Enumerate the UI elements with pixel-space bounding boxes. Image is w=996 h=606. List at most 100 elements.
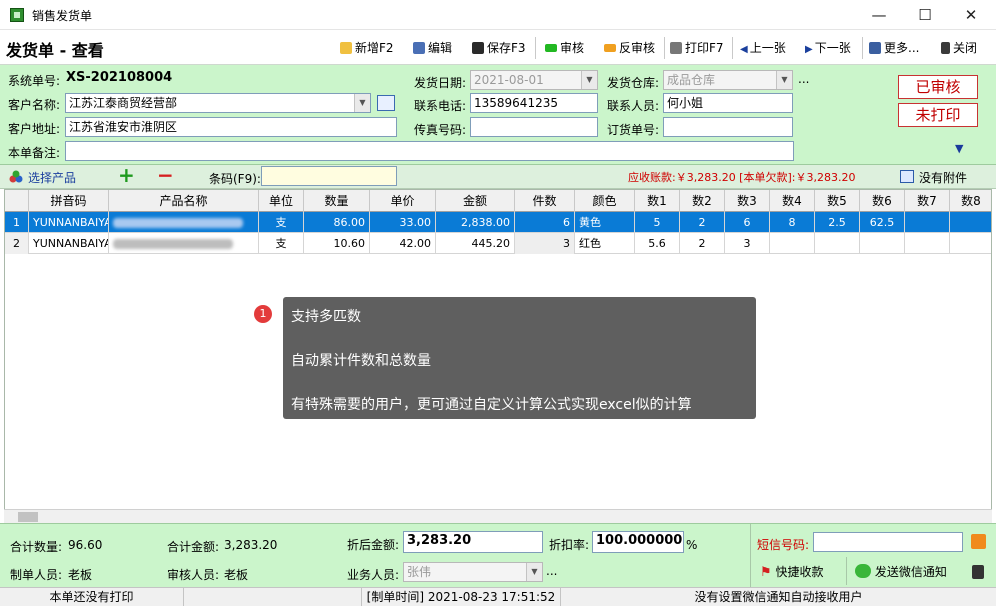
cell-unit[interactable]: 支 [259, 233, 304, 254]
col-header-pieces[interactable]: 件数 [515, 190, 575, 212]
fax-input[interactable] [470, 117, 598, 137]
approve-button[interactable]: 审核 [545, 38, 584, 58]
calendar-icon[interactable]: ▼ [581, 71, 597, 89]
more-button[interactable]: 更多... [869, 38, 919, 58]
cell-num5[interactable]: 2.5 [815, 212, 860, 233]
cell-amount[interactable]: 445.20 [436, 233, 515, 254]
cell-num5[interactable] [815, 233, 860, 254]
phone-input[interactable]: 13589641235 [470, 93, 598, 113]
next-button[interactable]: ▶ 下一张 [805, 38, 851, 58]
col-header-color[interactable]: 颜色 [575, 190, 635, 212]
cell-unit-price[interactable]: 42.00 [370, 233, 436, 254]
chevron-down-icon[interactable]: ▼ [526, 563, 542, 581]
new-button[interactable]: 新增F2 [340, 38, 394, 58]
discount-amount-input[interactable]: 3,283.20 [403, 531, 543, 553]
col-header-product-name[interactable]: 产品名称 [109, 190, 259, 212]
col-header-num1[interactable]: 数1 [635, 190, 680, 212]
col-header-num3[interactable]: 数3 [725, 190, 770, 212]
cell-num8[interactable] [950, 212, 991, 233]
cell-num6[interactable] [860, 233, 905, 254]
prev-button[interactable]: ◀ 上一张 [740, 38, 786, 58]
warehouse-combobox[interactable]: 成品仓库 ▼ [663, 70, 793, 90]
cell-pinyin[interactable]: YUNNANBAIYA [29, 233, 109, 254]
scrollbar-thumb[interactable] [18, 512, 38, 522]
cell-num1[interactable]: 5 [635, 212, 680, 233]
close-button[interactable]: 关闭 [941, 38, 977, 58]
cell-num4[interactable]: 8 [770, 212, 815, 233]
ship-date-picker[interactable]: 2021-08-01 ▼ [470, 70, 598, 90]
expand-triangle-icon[interactable]: ▼ [955, 142, 963, 155]
col-header-num7[interactable]: 数7 [905, 190, 950, 212]
device-icon[interactable] [972, 565, 984, 579]
attachment-label[interactable]: 没有附件 [919, 169, 967, 186]
save-button[interactable]: 保存F3 [472, 38, 526, 58]
col-header-unit[interactable]: 单位 [259, 190, 304, 212]
sales-label: 业务人员: [347, 568, 400, 582]
cell-num4[interactable] [770, 233, 815, 254]
select-product-link[interactable]: 选择产品 [28, 169, 76, 186]
send-wechat-button[interactable]: 发送微信通知 [855, 560, 959, 584]
remark-input[interactable] [65, 141, 794, 161]
warehouse-more-button[interactable]: ... [798, 72, 809, 86]
customer-combobox[interactable]: 江苏江泰商贸经营部 ▼ [65, 93, 371, 113]
contact-input[interactable]: 何小姐 [663, 93, 793, 113]
sms-input[interactable] [813, 532, 963, 552]
col-header-num2[interactable]: 数2 [680, 190, 725, 212]
unapprove-button[interactable]: 反审核 [604, 38, 655, 58]
status-spacer [184, 588, 361, 606]
sales-combobox[interactable]: 张伟 ▼ [403, 562, 543, 582]
chevron-down-icon[interactable]: ▼ [354, 94, 370, 112]
remove-row-icon[interactable]: − [157, 163, 174, 187]
cell-unit[interactable]: 支 [259, 212, 304, 233]
order-ref-input[interactable] [663, 117, 793, 137]
rss-icon[interactable] [971, 534, 986, 549]
cell-amount[interactable]: 2,838.00 [436, 212, 515, 233]
cell-unit-price[interactable]: 33.00 [370, 212, 436, 233]
barcode-label: 条码(F9): [209, 172, 261, 186]
col-header-num6[interactable]: 数6 [860, 190, 905, 212]
col-header-num5[interactable]: 数5 [815, 190, 860, 212]
col-header-num8[interactable]: 数8 [950, 190, 991, 212]
col-header-num4[interactable]: 数4 [770, 190, 815, 212]
col-header-pinyin[interactable]: 拼音码 [29, 190, 109, 212]
cell-color[interactable]: 红色 [575, 233, 635, 254]
cell-num1[interactable]: 5.6 [635, 233, 680, 254]
sales-more-button[interactable]: ... [546, 564, 557, 578]
edit-button[interactable]: 编辑 [413, 38, 452, 58]
cell-pinyin[interactable]: YUNNANBAIYA [29, 212, 109, 233]
cell-num8[interactable] [950, 233, 991, 254]
cell-product-name[interactable] [109, 212, 259, 233]
attachment-icon [900, 170, 914, 183]
col-header-amount[interactable]: 金额 [436, 190, 515, 212]
add-row-icon[interactable]: + [118, 163, 135, 187]
cell-num3[interactable]: 3 [725, 233, 770, 254]
cell-num2[interactable]: 2 [680, 212, 725, 233]
maximize-button[interactable]: ☐ [902, 0, 948, 30]
cell-num7[interactable] [905, 212, 950, 233]
cell-quantity[interactable]: 86.00 [304, 212, 370, 233]
cell-num3[interactable]: 6 [725, 212, 770, 233]
cell-color[interactable]: 黄色 [575, 212, 635, 233]
cell-pieces[interactable]: 6 [515, 212, 575, 233]
cell-num2[interactable]: 2 [680, 233, 725, 254]
print-button[interactable]: 打印F7 [670, 38, 724, 58]
quick-pay-button[interactable]: ⚑ 快捷收款 [760, 560, 840, 584]
close-window-button[interactable]: ✕ [948, 0, 994, 30]
cell-product-name[interactable] [109, 233, 259, 254]
chevron-down-icon[interactable]: ▼ [776, 71, 792, 89]
table-row[interactable]: 2 YUNNANBAIYA 支 10.60 42.00 445.20 3 红色 … [5, 233, 991, 254]
cell-quantity[interactable]: 10.60 [304, 233, 370, 254]
col-header-quantity[interactable]: 数量 [304, 190, 370, 212]
table-row[interactable]: 1 YUNNANBAIYA 支 86.00 33.00 2,838.00 6 黄… [5, 212, 991, 233]
horizontal-scrollbar[interactable] [4, 509, 992, 523]
cell-pieces[interactable]: 3 [515, 233, 575, 254]
cell-num6[interactable]: 62.5 [860, 212, 905, 233]
barcode-input[interactable] [261, 166, 397, 186]
table-header: 拼音码 产品名称 单位 数量 单价 金额 件数 颜色 数1 数2 数3 数4 数… [5, 190, 991, 212]
col-header-unit-price[interactable]: 单价 [370, 190, 436, 212]
address-input[interactable]: 江苏省淮安市淮阴区 [65, 117, 397, 137]
discount-rate-input[interactable]: 100.000000 [592, 531, 684, 553]
customer-lookup-icon[interactable] [377, 95, 395, 111]
cell-num7[interactable] [905, 233, 950, 254]
minimize-button[interactable]: — [856, 0, 902, 30]
